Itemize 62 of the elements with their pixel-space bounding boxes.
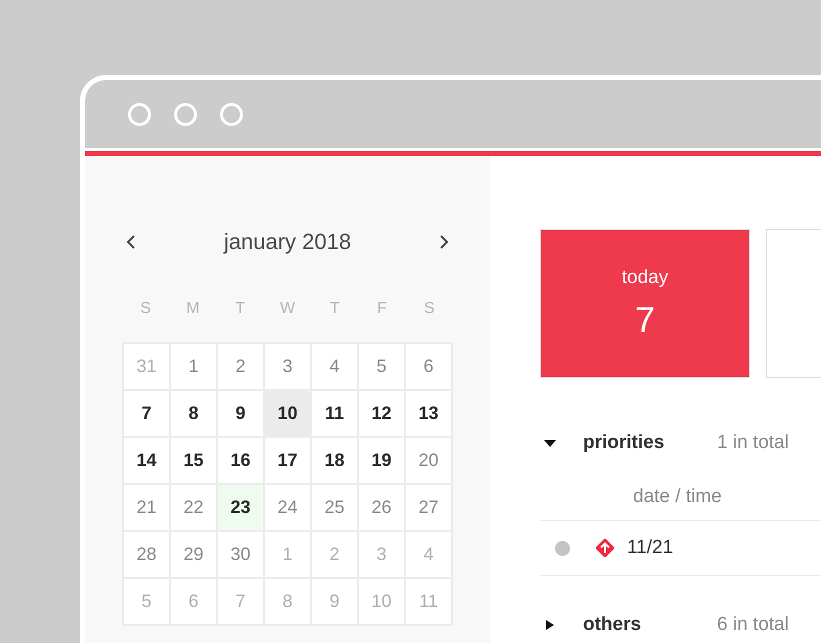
day-cell[interactable]: 14 (124, 438, 171, 485)
day-cell[interactable]: 17 (265, 438, 312, 485)
day-cell[interactable]: 19 (359, 438, 406, 485)
day-cell[interactable]: 30 (218, 532, 265, 579)
day-cell[interactable]: 7 (124, 391, 171, 438)
weekday-label: T (328, 300, 341, 318)
chevron-right-icon (439, 234, 449, 250)
day-cell[interactable]: 1 (265, 532, 312, 579)
day-cell[interactable]: 1 (171, 344, 218, 391)
card-value: 7 (634, 298, 656, 340)
day-cell[interactable]: 6 (171, 579, 218, 626)
day-cell[interactable]: 5 (359, 344, 406, 391)
day-cell[interactable]: 8 (265, 579, 312, 626)
day-cell[interactable]: 20 (406, 438, 453, 485)
day-cell[interactable]: 24 (265, 485, 312, 532)
day-cell[interactable]: 21 (124, 485, 171, 532)
section-count: 6 in total (717, 614, 789, 636)
section-count: 1 in total (717, 432, 789, 454)
day-cell[interactable]: 8 (171, 391, 218, 438)
day-cell[interactable]: 13 (406, 391, 453, 438)
day-cell[interactable]: 2 (312, 532, 359, 579)
day-cell[interactable]: 28 (124, 532, 171, 579)
day-cell[interactable]: 26 (359, 485, 406, 532)
day-cell[interactable]: 29 (171, 532, 218, 579)
day-cell[interactable]: 22 (171, 485, 218, 532)
month-title: january 2018 (224, 229, 352, 255)
day-cell[interactable]: 4 (406, 532, 453, 579)
day-cell[interactable]: 3 (265, 344, 312, 391)
day-cell[interactable]: 15 (171, 438, 218, 485)
day-cell[interactable]: 12 (359, 391, 406, 438)
day-cell[interactable]: 9 (218, 391, 265, 438)
day-cell[interactable]: 31 (124, 344, 171, 391)
day-cell[interactable]: 5 (124, 579, 171, 626)
day-cell[interactable]: 27 (406, 485, 453, 532)
day-cell[interactable]: 3 (359, 532, 406, 579)
card-label: today (622, 266, 668, 288)
summary-card[interactable]: today 7 (540, 229, 750, 378)
day-cell[interactable]: 18 (312, 438, 359, 485)
column-header: date / time (540, 474, 821, 521)
day-cell[interactable]: 7 (218, 579, 265, 626)
day-cell[interactable]: 4 (312, 344, 359, 391)
day-cell[interactable]: 2 (218, 344, 265, 391)
day-cell[interactable]: 11 (312, 391, 359, 438)
day-cell[interactable]: 9 (312, 579, 359, 626)
weekday-label: S (139, 300, 152, 318)
day-cell[interactable]: 16 (218, 438, 265, 485)
day-cell[interactable]: 11 (406, 579, 453, 626)
day-cell[interactable]: 10 (265, 391, 312, 438)
date-cell: 11/21 (627, 537, 674, 559)
day-cell[interactable]: 10 (359, 579, 406, 626)
caret-down-icon[interactable] (543, 438, 557, 448)
section-title: priorities (583, 432, 666, 454)
weekday-label: S (423, 300, 436, 318)
section-title: others (583, 614, 642, 636)
weekday-label: T (234, 300, 246, 318)
day-cell[interactable]: 23 (218, 485, 265, 532)
day-cell[interactable]: 25 (312, 485, 359, 532)
weekday-label: F (376, 300, 388, 318)
day-cell[interactable]: 6 (406, 344, 453, 391)
weekday-label: W (278, 300, 296, 318)
chevron-left-icon (126, 234, 136, 250)
weekday-label: M (185, 300, 201, 318)
